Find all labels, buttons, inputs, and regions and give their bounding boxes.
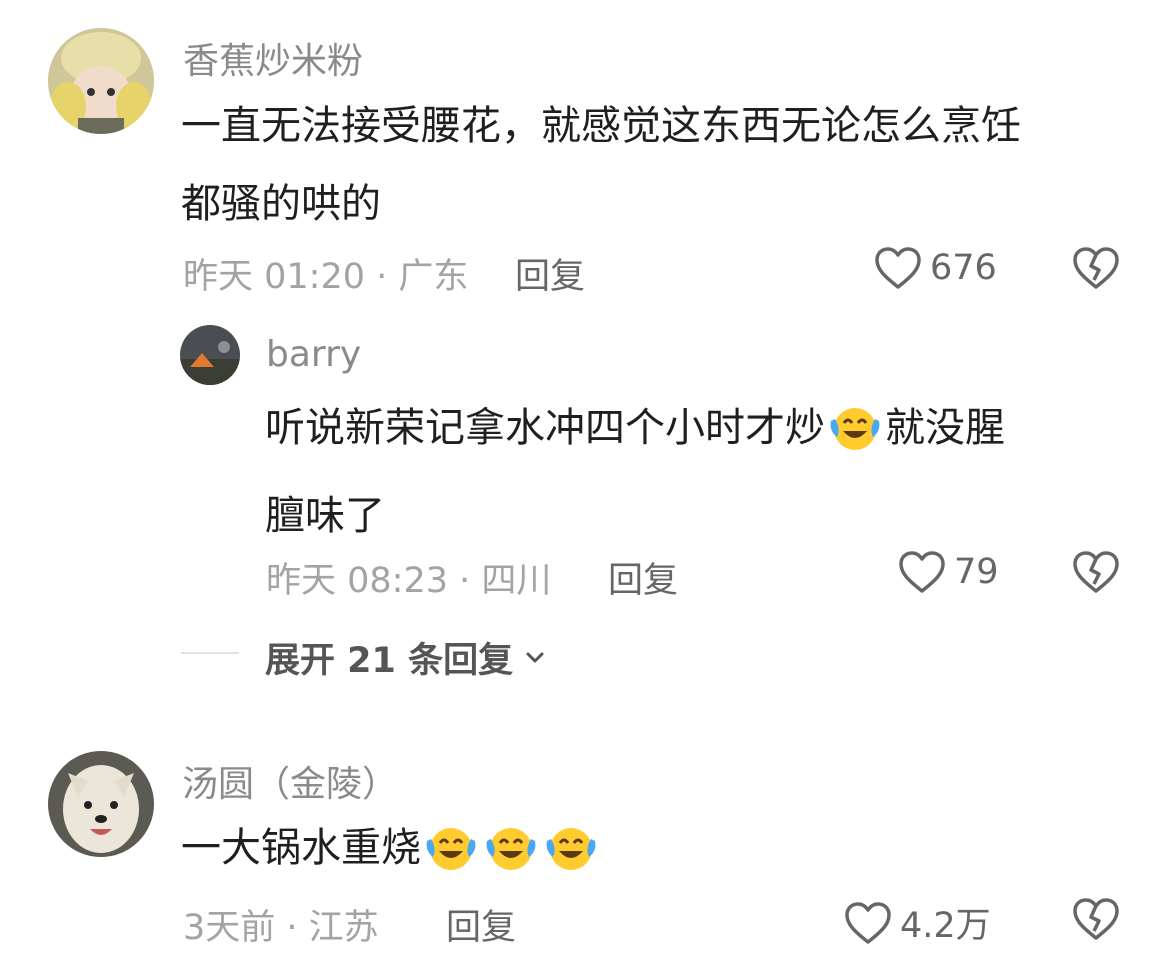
broken-heart-icon [1073,898,1119,940]
expand-replies-button[interactable]: 展开 21 条回复 [265,632,547,683]
reply-like-count: 79 [954,552,999,592]
heart-icon [845,901,891,944]
avatar-banana[interactable] [48,28,154,134]
like-button[interactable]: 4.2万 [844,897,991,948]
comment-text-line: 都骚的哄的 [181,181,381,227]
avatar-tangyuan[interactable] [48,751,154,857]
heart-icon [899,551,945,593]
heart-icon [875,247,921,289]
reply-button[interactable]: 回复 [515,248,585,299]
dislike-button[interactable] [1072,897,1120,945]
reply-dislike-button[interactable] [1072,550,1120,598]
reply-button[interactable]: 回复 [446,899,516,950]
tears-of-joy-emoji-icon [483,819,539,897]
reply-reply-button[interactable]: 回复 [608,552,678,603]
like-count: 4.2万 [900,906,991,946]
comment-meta: 3天前 · 江苏 [183,908,379,948]
reply-text-part: 听说新荣记拿水冲四个小时才炒 [265,405,825,451]
tears-of-joy-emoji-icon [543,819,599,897]
expand-replies-label: 展开 21 条回复 [265,641,514,681]
dislike-button[interactable] [1072,246,1120,294]
reply-meta: 昨天 08:23 · 四川 [266,561,552,601]
reply-username[interactable]: barry [266,334,361,375]
tears-of-joy-emoji-icon [827,399,883,477]
tears-of-joy-emoji-icon [423,819,479,897]
comment-username[interactable]: 香蕉炒米粉 [183,32,363,84]
like-count: 676 [930,248,997,288]
expand-divider [181,652,239,654]
comment-text: 一直无法接受腰花，就感觉这东西无论怎么烹饪 都骚的哄的 [181,87,1131,243]
comment-username[interactable]: 汤圆（金陵） [182,755,398,807]
comment-text-part: 一大锅水重烧 [181,825,421,871]
comment-text-line: 一直无法接受腰花，就感觉这东西无论怎么烹饪 [181,103,1021,149]
reply-text: 听说新荣记拿水冲四个小时才炒 就没腥 膻味了 [265,389,1125,555]
broken-heart-icon [1073,551,1119,593]
avatar-barry[interactable] [180,325,240,385]
chevron-down-icon [526,652,544,662]
reply-text-part: 就没腥 [885,405,1005,451]
reply-like-button[interactable]: 79 [898,550,999,594]
comment-text: 一大锅水重烧 [181,809,1131,897]
reply-text-line: 膻味了 [265,493,385,539]
like-button[interactable]: 676 [874,246,997,290]
broken-heart-icon [1073,247,1119,289]
comment-meta: 昨天 01:20 · 广东 [183,257,469,297]
